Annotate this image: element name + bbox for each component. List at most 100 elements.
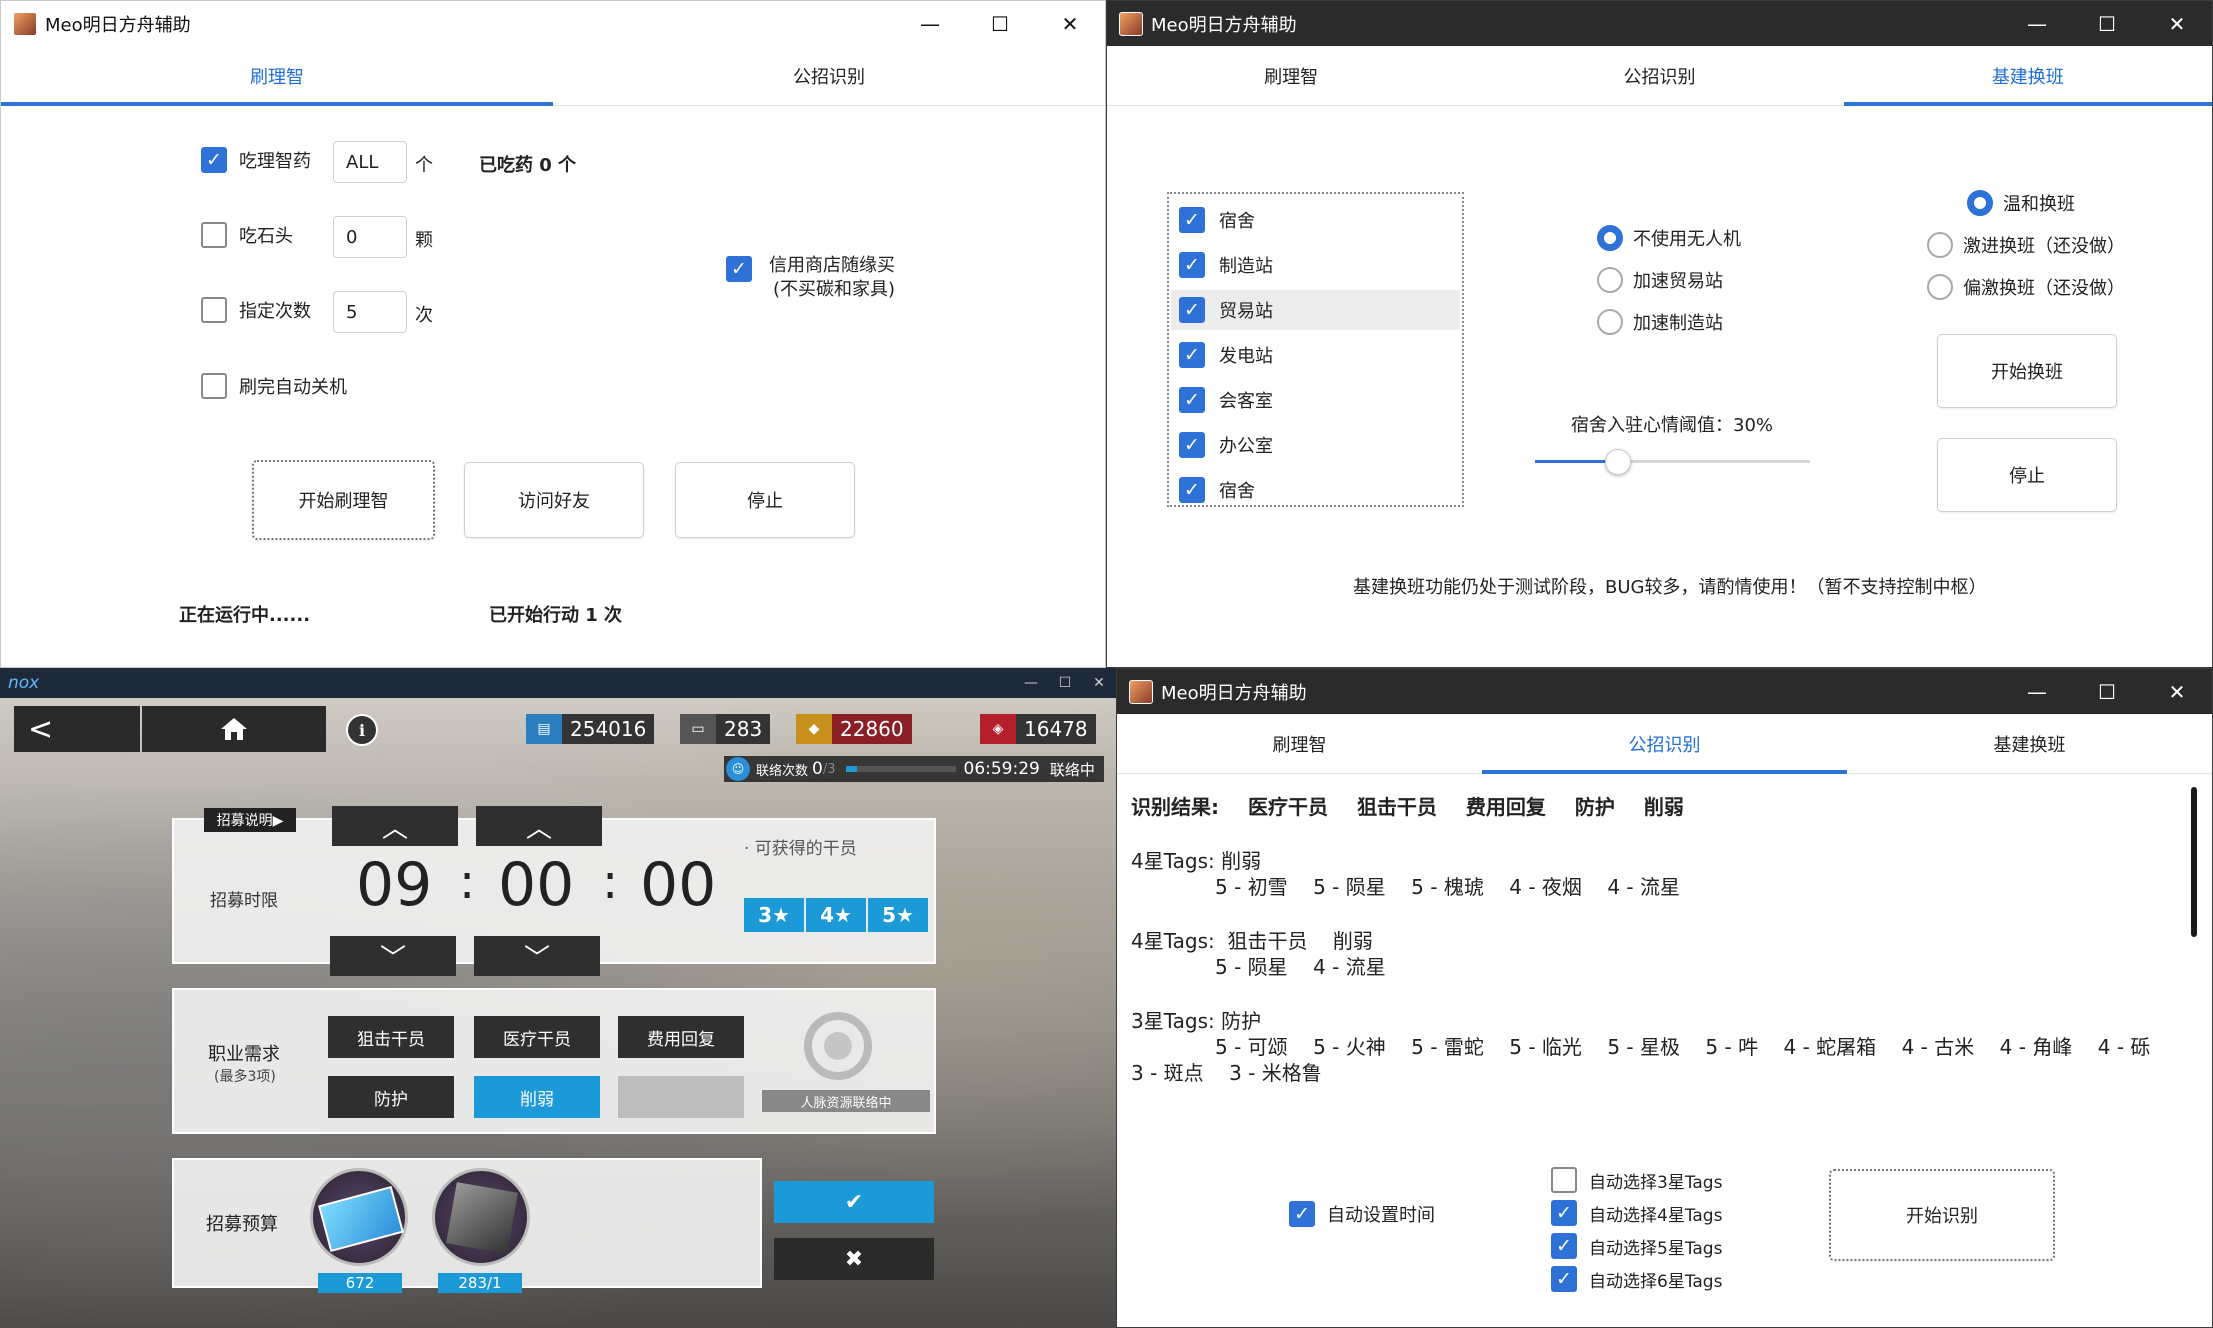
facility-label: 宿舍 [1219, 481, 1255, 502]
drone-option-factory[interactable]: 加速制造站 [1597, 309, 1723, 335]
group-2-tags: 4星Tags: 狙击干员 削弱 [1131, 929, 1373, 953]
facility-item[interactable]: ✓ 会客室 [1171, 380, 1460, 420]
tab-recruit[interactable]: 公招识别 [553, 46, 1105, 105]
info-button[interactable]: i [346, 714, 378, 746]
mood-value: 30% [1733, 415, 1774, 436]
close-button[interactable]: ✕ [1035, 1, 1105, 46]
mode-option-extreme[interactable]: 偏激换班（还没做） [1927, 274, 2125, 300]
stone-count-input[interactable]: 0 [333, 216, 407, 258]
group-3-operators: 5 - 可颂 5 - 火神 5 - 雷蛇 5 - 临光 5 - 星极 5 - 吽… [1215, 1035, 2151, 1059]
facility-label: 贸易站 [1219, 301, 1273, 322]
requirement-sub: (最多3项) [214, 1069, 276, 1085]
close-button[interactable]: ✕ [1082, 675, 1116, 691]
facility-list: ✓ 宿舍 ✓ 制造站 ✓ 贸易站 ✓ 发电站 ✓ 会客室 ✓ 办公室 ✓ 宿舍 [1167, 192, 1464, 507]
tag-medic-button[interactable]: 医疗干员 [474, 1016, 600, 1058]
minute-down-button[interactable]: ﹀ [474, 936, 600, 976]
eat-stone-checkbox[interactable]: 吃石头 [201, 222, 293, 248]
hours-display: 09 [356, 850, 433, 920]
minute-up-button[interactable]: ︿ [476, 806, 602, 846]
credit-shop-checkbox[interactable]: ✓ [726, 256, 752, 282]
maximize-button[interactable]: ☐ [965, 1, 1035, 46]
radio-circle [1597, 309, 1623, 335]
tab-sanity[interactable]: 刷理智 [1, 46, 553, 106]
home-button[interactable] [142, 706, 326, 752]
auto-tag-checkbox[interactable]: ✓ 自动选择4星Tags [1551, 1200, 1722, 1226]
tab-infrastructure[interactable]: 基建换班 [1847, 714, 2212, 773]
drone-option-trade[interactable]: 加速贸易站 [1597, 267, 1723, 293]
window-title: Meo明日方舟辅助 [1151, 14, 1297, 36]
radio-label: 加速贸易站 [1633, 271, 1723, 292]
minimize-button[interactable]: — [895, 1, 965, 46]
home-icon [221, 718, 247, 740]
close-button[interactable]: ✕ [2142, 669, 2212, 714]
app-logo [1119, 11, 1143, 36]
resource-lmd: ▤ 254016 [526, 714, 655, 744]
auto-tag-checkbox[interactable]: ✓ 自动选择6星Tags [1551, 1266, 1722, 1292]
tab-sanity[interactable]: 刷理智 [1107, 46, 1475, 105]
stop-button[interactable]: 停止 [675, 462, 855, 538]
tag-debuff-button[interactable]: 削弱 [474, 1076, 600, 1118]
tab-recruit[interactable]: 公招识别 [1475, 46, 1843, 105]
tag-sniper-button[interactable]: 狙击干员 [328, 1016, 454, 1058]
maximize-button[interactable]: ☐ [1048, 675, 1082, 691]
close-button[interactable]: ✕ [2142, 1, 2212, 46]
drone-option-none[interactable]: 不使用无人机 [1597, 225, 1741, 251]
results-scrollbar[interactable] [2191, 787, 2197, 937]
seconds-display: 00 [640, 850, 717, 920]
tab-recruit[interactable]: 公招识别 [1482, 714, 1847, 774]
refresh-contact-button[interactable]: 人脉资源联络中 [762, 1090, 930, 1112]
check-icon: ✓ [201, 147, 227, 173]
recruit-help-button[interactable]: 招募说明▶ [204, 808, 296, 832]
mode-option-aggressive[interactable]: 激进换班（还没做） [1927, 232, 2125, 258]
maximize-button[interactable]: ☐ [2072, 669, 2142, 714]
auto-shutdown-checkbox[interactable]: 刷完自动关机 [201, 373, 347, 399]
recruit-permit-icon [310, 1168, 408, 1266]
tab-infrastructure[interactable]: 基建换班 [1843, 46, 2212, 106]
facility-label: 制造站 [1219, 256, 1273, 277]
resource-originite: ◈ 16478 [980, 714, 1096, 744]
facility-item[interactable]: ✓ 宿舍 [1171, 200, 1460, 240]
result-tag: 削弱 [1643, 795, 1684, 819]
window-title: Meo明日方舟辅助 [1161, 682, 1307, 704]
facility-item[interactable]: ✓ 宿舍 [1171, 470, 1460, 510]
minimize-button[interactable]: — [2002, 1, 2072, 46]
tag-defense-button[interactable]: 防护 [328, 1076, 454, 1118]
facility-item[interactable]: ✓ 贸易站 [1171, 290, 1460, 330]
empty-tag-slot [618, 1076, 744, 1118]
slider-thumb[interactable] [1604, 449, 1631, 475]
tag-dp-recovery-button[interactable]: 费用回复 [618, 1016, 744, 1058]
mood-slider[interactable] [1535, 447, 1810, 477]
stop-button[interactable]: 停止 [1937, 438, 2117, 512]
back-button[interactable]: < [14, 706, 140, 752]
auto-time-checkbox[interactable]: ✓ 自动设置时间 [1289, 1201, 1435, 1227]
facility-item[interactable]: ✓ 发电站 [1171, 335, 1460, 375]
visit-friends-button[interactable]: 访问好友 [464, 462, 644, 538]
facility-item[interactable]: ✓ 制造站 [1171, 245, 1460, 285]
times-input[interactable]: 5 [333, 291, 407, 333]
minimize-button[interactable]: — [1014, 675, 1048, 691]
tab-sanity[interactable]: 刷理智 [1117, 714, 1482, 773]
confirm-recruit-button[interactable]: ✔ [774, 1181, 934, 1223]
facility-item[interactable]: ✓ 办公室 [1171, 425, 1460, 465]
eat-potion-checkbox[interactable]: ✓ 吃理智药 [201, 147, 311, 173]
group-2-operators: 5 - 陨星 4 - 流星 [1215, 955, 1386, 979]
start-recognition-button[interactable]: 开始识别 [1829, 1169, 2055, 1261]
mode-option-mild[interactable]: 温和换班 [1967, 190, 2075, 216]
hour-down-button[interactable]: ﹀ [330, 936, 456, 976]
stone-unit: 颗 [415, 230, 433, 251]
group-1-operators: 5 - 初雪 5 - 陨星 5 - 槐琥 4 - 夜烟 4 - 流星 [1215, 875, 1680, 899]
radio-circle [1967, 190, 1993, 216]
hour-up-button[interactable]: ︿ [332, 806, 458, 846]
potion-count-input[interactable]: ALL [333, 141, 407, 183]
auto-tag-checkbox[interactable]: 自动选择3星Tags [1551, 1167, 1722, 1193]
set-times-checkbox[interactable]: 指定次数 [201, 297, 311, 323]
start-shift-button[interactable]: 开始换班 [1937, 334, 2117, 408]
maximize-button[interactable]: ☐ [2072, 1, 2142, 46]
radio-label: 激进换班（还没做） [1963, 236, 2125, 257]
auto-tag-checkbox[interactable]: ✓ 自动选择5星Tags [1551, 1233, 1722, 1259]
check-icon [1551, 1167, 1577, 1193]
minimize-button[interactable]: — [2002, 669, 2072, 714]
cancel-recruit-button[interactable]: ✖ [774, 1238, 934, 1280]
radio-circle [1927, 232, 1953, 258]
start-sanity-button[interactable]: 开始刷理智 [252, 460, 435, 540]
